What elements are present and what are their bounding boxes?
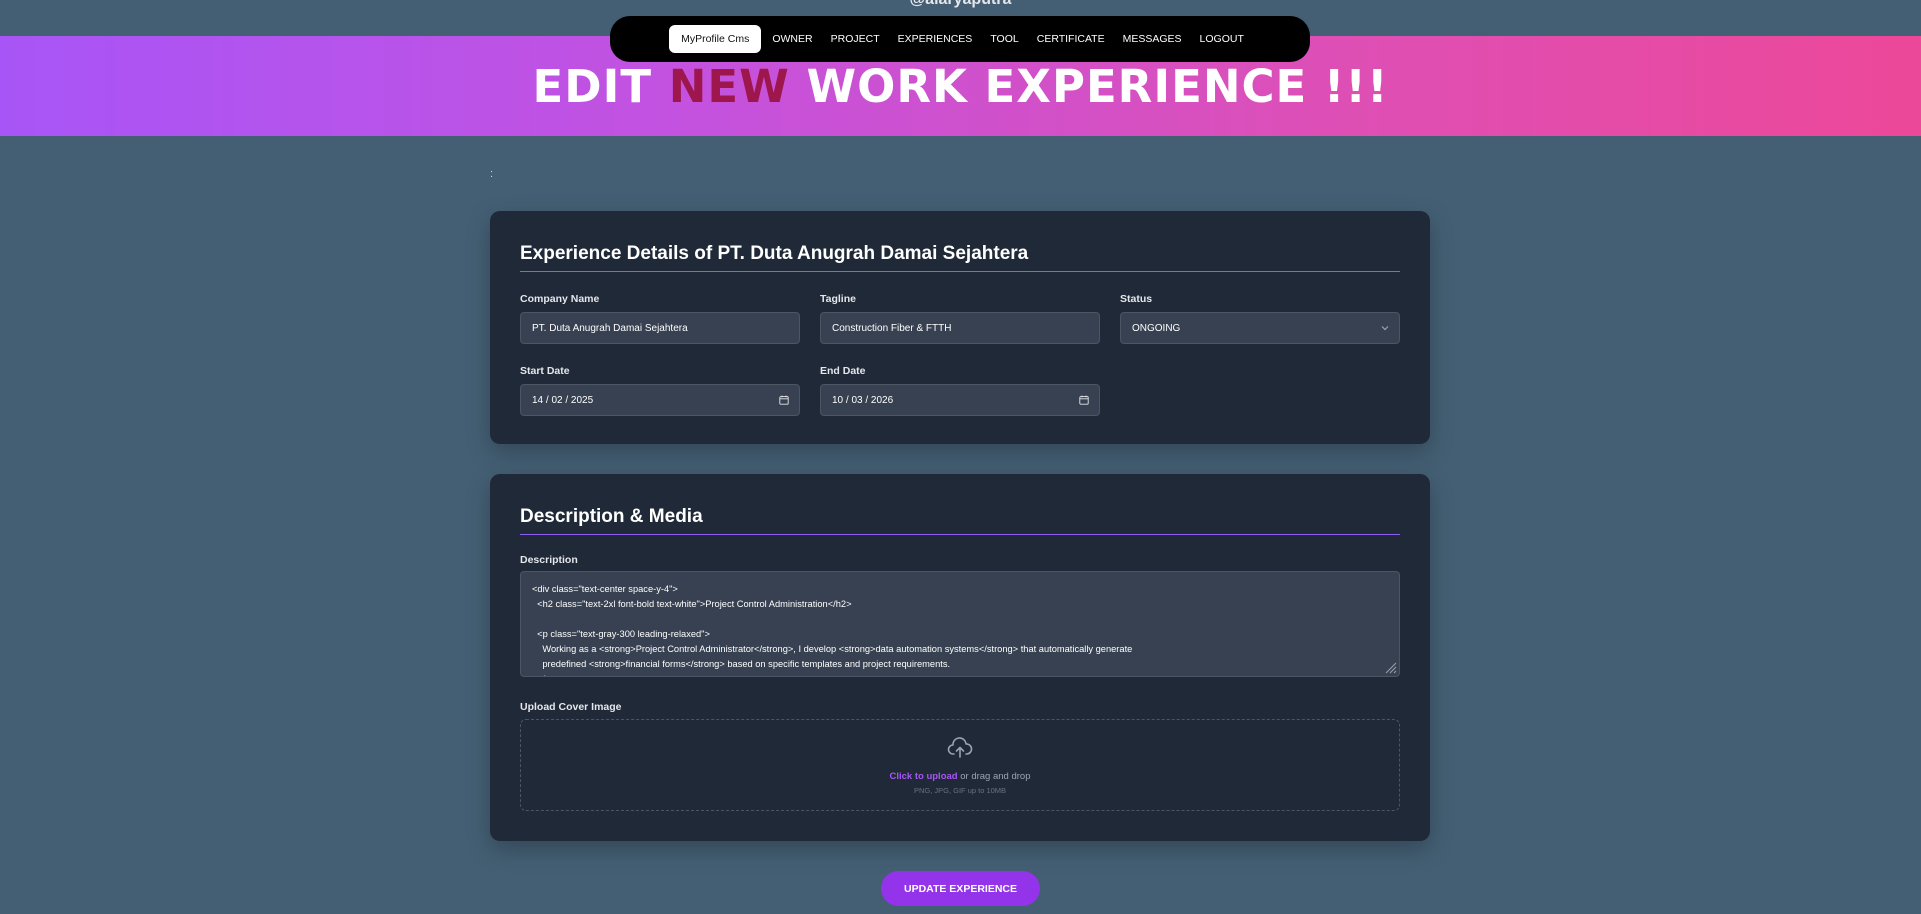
calendar-icon[interactable] — [779, 395, 789, 405]
description-value: <div class="text-center space-y-4"> <h2 … — [532, 584, 1133, 676]
company-name-field: Company Name PT. Duta Anugrah Damai Seja… — [520, 293, 800, 344]
upload-label: Upload Cover Image — [520, 701, 622, 713]
media-section-title: Description & Media — [520, 506, 1400, 535]
click-to-upload-link[interactable]: Click to upload — [890, 771, 958, 782]
end-date-input[interactable]: 10 / 03 / 2026 — [820, 384, 1100, 416]
nav-item-logout[interactable]: LOGOUT — [1193, 26, 1251, 52]
description-media-card: Description & Media Description <div cla… — [490, 474, 1430, 841]
start-date-label: Start Date — [520, 365, 570, 377]
description-textarea[interactable]: <div class="text-center space-y-4"> <h2 … — [520, 571, 1400, 677]
nav-item-myprofile-cms[interactable]: MyProfile Cms — [669, 25, 762, 53]
update-experience-button[interactable]: UPDATE EXPERIENCE — [881, 871, 1040, 906]
nav-item-tool[interactable]: TOOL — [983, 26, 1025, 52]
tagline-field: Tagline Construction Fiber & FTTH — [820, 293, 1100, 344]
title-part1: EDIT — [532, 60, 653, 113]
company-name-value: PT. Duta Anugrah Damai Sejahtera — [532, 322, 688, 334]
upload-drag-text: or drag and drop — [957, 771, 1031, 782]
cloud-upload-icon — [947, 737, 973, 758]
status-value: ONGOING — [1132, 322, 1181, 334]
status-field: Status ONGOING — [1120, 293, 1400, 344]
end-date-label: End Date — [820, 365, 866, 377]
upload-instructions: Click to upload or drag and drop — [890, 771, 1031, 782]
nav-item-experiences[interactable]: EXPERIENCES — [891, 26, 980, 52]
title-part2: WORK EXPERIENCE !!! — [806, 60, 1389, 113]
stray-colon: : — [490, 168, 494, 180]
company-name-input[interactable]: PT. Duta Anugrah Damai Sejahtera — [520, 312, 800, 344]
details-section-title: Experience Details of PT. Duta Anugrah D… — [520, 243, 1400, 272]
top-navbar: MyProfile Cms OWNER PROJECT EXPERIENCES … — [610, 16, 1310, 62]
start-date-field: Start Date 14 / 02 / 2025 — [520, 365, 800, 416]
start-date-value: 14 / 02 / 2025 — [532, 394, 594, 406]
experience-details-card: Experience Details of PT. Duta Anugrah D… — [490, 211, 1430, 444]
end-date-field: End Date 10 / 03 / 2026 — [820, 365, 1100, 416]
tagline-label: Tagline — [820, 293, 856, 305]
resize-handle-icon[interactable] — [1383, 660, 1397, 674]
upload-dropzone[interactable]: Click to upload or drag and drop PNG, JP… — [520, 719, 1400, 811]
nav-item-owner[interactable]: OWNER — [765, 26, 819, 52]
status-select[interactable]: ONGOING — [1120, 312, 1400, 344]
nav-item-messages[interactable]: MESSAGES — [1116, 26, 1189, 52]
end-date-value: 10 / 03 / 2026 — [832, 394, 894, 406]
chevron-down-icon — [1381, 326, 1389, 331]
start-date-input[interactable]: 14 / 02 / 2025 — [520, 384, 800, 416]
nav-item-project[interactable]: PROJECT — [824, 26, 887, 52]
page-title: EDIT NEW WORK EXPERIENCE !!! — [0, 60, 1921, 113]
upload-hint: PNG, JPG, GIF up to 10MB — [913, 786, 1007, 795]
status-label: Status — [1120, 293, 1153, 305]
tagline-input[interactable]: Construction Fiber & FTTH — [820, 312, 1100, 344]
calendar-icon[interactable] — [1079, 395, 1089, 405]
top-handle: @aiaryaputra — [0, 0, 1921, 9]
title-accent: NEW — [668, 60, 790, 113]
company-name-label: Company Name — [520, 293, 600, 305]
nav-item-certificate[interactable]: CERTIFICATE — [1030, 26, 1112, 52]
tagline-value: Construction Fiber & FTTH — [832, 322, 952, 334]
description-label: Description — [520, 554, 578, 566]
